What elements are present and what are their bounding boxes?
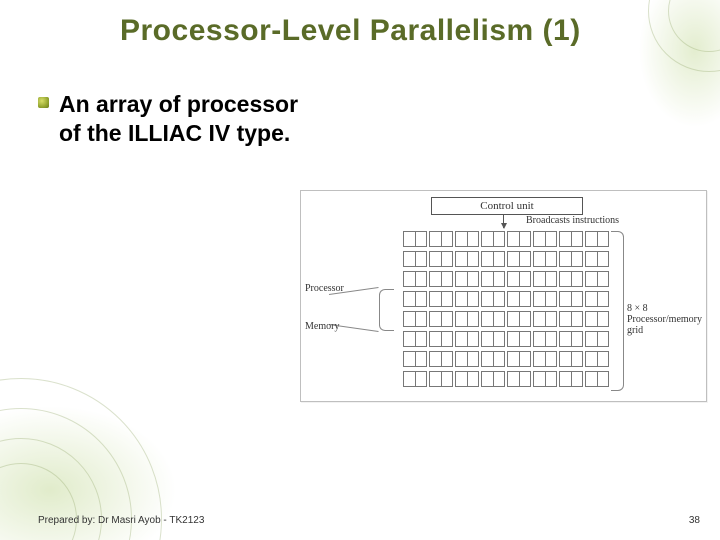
grid-cell bbox=[507, 351, 531, 367]
grid-cell bbox=[585, 351, 609, 367]
grid-cell bbox=[481, 231, 505, 247]
processor-memory-grid bbox=[403, 231, 607, 389]
bullet-item: An array of processor of the ILLIAC IV t… bbox=[38, 90, 319, 149]
grid-label: 8 × 8 Processor/memory grid bbox=[627, 303, 706, 336]
grid-cell bbox=[559, 251, 583, 267]
grid-cell bbox=[533, 331, 557, 347]
grid-cell bbox=[481, 351, 505, 367]
grid-cell bbox=[559, 311, 583, 327]
grid-cell bbox=[481, 251, 505, 267]
bullet-icon bbox=[38, 97, 49, 108]
grid-cell bbox=[559, 331, 583, 347]
grid-cell bbox=[533, 251, 557, 267]
grid-cell bbox=[455, 271, 479, 287]
grid-cell bbox=[429, 271, 453, 287]
grid-cell bbox=[455, 251, 479, 267]
brace-icon bbox=[379, 289, 394, 331]
brace-icon bbox=[611, 231, 624, 391]
grid-cell bbox=[429, 291, 453, 307]
grid-cell bbox=[481, 271, 505, 287]
grid-cell bbox=[507, 331, 531, 347]
grid-cell bbox=[585, 291, 609, 307]
grid-cell bbox=[585, 371, 609, 387]
grid-cell bbox=[585, 231, 609, 247]
grid-cell bbox=[403, 351, 427, 367]
grid-cell bbox=[429, 311, 453, 327]
grid-cell bbox=[403, 331, 427, 347]
footer-text: Prepared by: Dr Masri Ayob - TK2123 bbox=[38, 515, 204, 526]
illiac-figure: Control unit Broadcasts instructions 8 ×… bbox=[300, 190, 707, 402]
grid-cell bbox=[559, 351, 583, 367]
grid-cell bbox=[533, 231, 557, 247]
arrow-down-icon bbox=[503, 214, 504, 228]
grid-cell bbox=[559, 291, 583, 307]
grid-cell bbox=[455, 351, 479, 367]
slide-title: Processor-Level Parallelism (1) bbox=[120, 14, 680, 48]
grid-cell bbox=[507, 271, 531, 287]
grid-cell bbox=[481, 371, 505, 387]
grid-cell bbox=[559, 231, 583, 247]
grid-cell bbox=[533, 271, 557, 287]
grid-cell bbox=[403, 271, 427, 287]
grid-cell bbox=[403, 311, 427, 327]
grid-cell bbox=[429, 371, 453, 387]
grid-cell bbox=[429, 251, 453, 267]
grid-cell bbox=[507, 251, 531, 267]
grid-cell bbox=[533, 371, 557, 387]
broadcast-label: Broadcasts instructions bbox=[526, 215, 619, 226]
grid-cell bbox=[429, 331, 453, 347]
decorative-ring bbox=[0, 463, 77, 540]
grid-cell bbox=[455, 231, 479, 247]
slide: Processor-Level Parallelism (1) An array… bbox=[0, 0, 720, 540]
grid-cell bbox=[429, 231, 453, 247]
grid-cell bbox=[481, 331, 505, 347]
processor-label: Processor bbox=[305, 283, 344, 294]
bullet-text: An array of processor of the ILLIAC IV t… bbox=[59, 90, 319, 149]
grid-cell bbox=[403, 251, 427, 267]
grid-cell bbox=[455, 331, 479, 347]
grid-cell bbox=[585, 271, 609, 287]
grid-cell bbox=[481, 291, 505, 307]
grid-cell bbox=[585, 331, 609, 347]
figure-inner: Control unit Broadcasts instructions 8 ×… bbox=[301, 191, 706, 401]
grid-cell bbox=[507, 371, 531, 387]
grid-cell bbox=[507, 311, 531, 327]
page-number: 38 bbox=[689, 515, 700, 526]
grid-cell bbox=[533, 311, 557, 327]
control-unit-box: Control unit bbox=[431, 197, 583, 215]
grid-cell bbox=[455, 311, 479, 327]
grid-cell bbox=[403, 371, 427, 387]
grid-cell bbox=[533, 291, 557, 307]
grid-cell bbox=[533, 351, 557, 367]
grid-cell bbox=[559, 271, 583, 287]
grid-cell bbox=[455, 371, 479, 387]
grid-cell bbox=[559, 371, 583, 387]
grid-cell bbox=[429, 351, 453, 367]
memory-label: Memory bbox=[305, 321, 339, 332]
grid-cell bbox=[481, 311, 505, 327]
grid-cell bbox=[403, 231, 427, 247]
grid-cell bbox=[403, 291, 427, 307]
grid-cell bbox=[507, 231, 531, 247]
grid-cell bbox=[507, 291, 531, 307]
grid-cell bbox=[585, 311, 609, 327]
grid-cell bbox=[585, 251, 609, 267]
grid-cell bbox=[455, 291, 479, 307]
